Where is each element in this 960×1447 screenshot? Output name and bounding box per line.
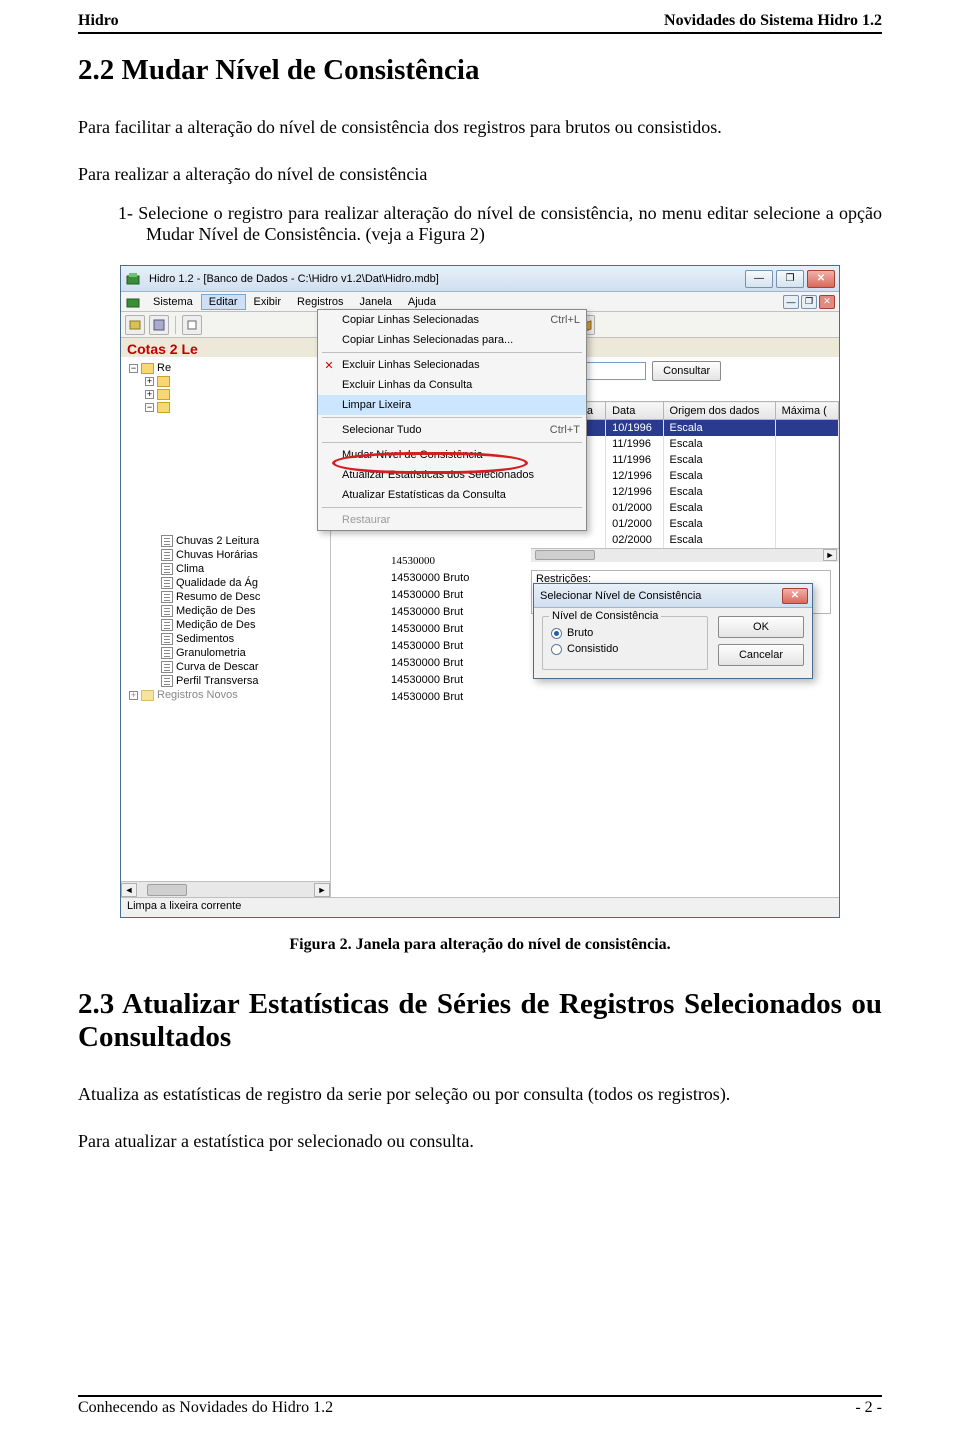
radio-bruto[interactable]: Bruto	[551, 627, 699, 639]
delete-icon: ✕	[322, 358, 336, 372]
mdi-restore-button[interactable]: ❐	[801, 295, 817, 309]
tree-item[interactable]: Granulometria	[123, 646, 328, 660]
menu-restaurar: Restaurar	[318, 510, 586, 530]
section-2-2-title: 2.2 Mudar Nível de Consistência	[78, 54, 882, 87]
menu-janela[interactable]: Janela	[351, 294, 399, 310]
tree-node[interactable]: −	[123, 401, 328, 414]
tree-item[interactable]: Sedimentos	[123, 632, 328, 646]
dialog-cancel-button[interactable]: Cancelar	[718, 644, 804, 666]
menu-stat-query[interactable]: Atualizar Estatísticas da Consulta	[318, 485, 586, 505]
section-2-3-p2: Para atualizar a estatística por selecio…	[78, 1131, 882, 1152]
menu-editar[interactable]: Editar	[201, 294, 246, 310]
menu-select-all[interactable]: Selecionar TudoCtrl+T	[318, 420, 586, 440]
tree-item[interactable]: Clima	[123, 562, 328, 576]
menu-sistema[interactable]: Sistema	[145, 294, 201, 310]
toolbar-btn-3[interactable]	[182, 315, 202, 335]
radio-consistido[interactable]: Consistido	[551, 643, 699, 655]
tree-hscrollbar[interactable]: ◄ ►	[121, 881, 330, 897]
consultar-button[interactable]: Consultar	[652, 361, 721, 381]
statusbar: Limpa a lixeira corrente	[121, 897, 839, 917]
menu-delete-selected[interactable]: ✕Excluir Linhas Selecionadas	[318, 355, 586, 375]
footer-left: Conhecendo as Novidades do Hidro 1.2	[78, 1399, 333, 1417]
grid-header[interactable]: Origem dos dados	[663, 402, 775, 420]
toolbar-btn-1[interactable]	[125, 315, 145, 335]
footer-right: - 2 -	[855, 1399, 882, 1417]
dialog-title: Selecionar Nível de Consistência	[538, 590, 782, 602]
section-2-2-step: 1- Selecione o registro para realizar al…	[118, 203, 882, 245]
section-2-3-p1: Atualiza as estatísticas de registro da …	[78, 1084, 882, 1105]
section-2-2-intro: Para facilitar a alteração do nível de c…	[78, 117, 882, 138]
scroll-thumb[interactable]	[535, 550, 595, 560]
close-button[interactable]: ✕	[807, 270, 835, 288]
radio-icon	[551, 644, 562, 655]
minimize-button[interactable]: —	[745, 270, 773, 288]
menu-copy-selected-to[interactable]: Copiar Linhas Selecionadas para...	[318, 330, 586, 350]
dialog-close-button[interactable]: ✕	[782, 588, 808, 604]
menu-delete-query[interactable]: Excluir Linhas da Consulta	[318, 375, 586, 395]
menu-exibir[interactable]: Exibir	[246, 294, 290, 310]
scroll-thumb[interactable]	[147, 884, 187, 896]
scroll-right-icon[interactable]: ►	[314, 883, 330, 897]
grid-hscrollbar[interactable]: ►	[531, 548, 839, 562]
doc-header-left: Hidro	[78, 12, 119, 30]
tree-node[interactable]: +Registros Novos	[123, 688, 328, 702]
mdi-close-button[interactable]: ✕	[819, 295, 835, 309]
editar-dropdown: Copiar Linhas SelecionadasCtrl+L Copiar …	[317, 309, 587, 531]
menu-limpar-lixeira[interactable]: Limpar Lixeira	[318, 395, 586, 415]
menu-registros[interactable]: Registros	[289, 294, 351, 310]
scroll-left-icon[interactable]: ◄	[121, 883, 137, 897]
doc-header-right: Novidades do Sistema Hidro 1.2	[664, 12, 882, 30]
tree-item[interactable]: Medição de Des	[123, 604, 328, 618]
dialog-ok-button[interactable]: OK	[718, 616, 804, 638]
app-screenshot: Hidro 1.2 - [Banco de Dados - C:\Hidro v…	[120, 265, 840, 918]
grid-header[interactable]: Data	[606, 402, 663, 420]
tree-node[interactable]: +	[123, 388, 328, 401]
maximize-button[interactable]: ❐	[776, 270, 804, 288]
section-2-2-subhead: Para realizar a alteração do nível de co…	[78, 164, 882, 185]
code-column: 14530000 14530000 Bruto 14530000 Brut 14…	[391, 553, 469, 706]
doc-header: Hidro Novidades do Sistema Hidro 1.2	[78, 0, 882, 34]
tree-node[interactable]: −Re	[123, 361, 328, 375]
app-icon	[125, 271, 141, 287]
tree-item[interactable]: Chuvas Horárias	[123, 548, 328, 562]
tree-node[interactable]: +	[123, 375, 328, 388]
window-titlebar: Hidro 1.2 - [Banco de Dados - C:\Hidro v…	[121, 266, 839, 292]
tree-item[interactable]: Medição de Des	[123, 618, 328, 632]
section-2-3-title: 2.3 Atualizar Estatísticas de Séries de …	[78, 988, 882, 1054]
tree-item[interactable]: Chuvas 2 Leitura	[123, 534, 328, 548]
doc-footer: Conhecendo as Novidades do Hidro 1.2 - 2…	[78, 1395, 882, 1417]
tree-pane: −Re + + − Chuvas 2 Leitura Chuvas Horári…	[121, 357, 331, 897]
grid-row[interactable]: 02/2000Escala	[532, 532, 839, 548]
tree-item[interactable]: Qualidade da Ág	[123, 576, 328, 590]
menu-copy-selected[interactable]: Copiar Linhas SelecionadasCtrl+L	[318, 310, 586, 330]
nivel-dialog: Selecionar Nível de Consistência ✕ Nível…	[533, 583, 813, 679]
mdi-app-icon	[125, 294, 141, 310]
toolbar-btn-2[interactable]	[149, 315, 169, 335]
menu-ajuda[interactable]: Ajuda	[400, 294, 444, 310]
dialog-group-label: Nível de Consistência	[549, 610, 661, 622]
tree-item[interactable]: Perfil Transversa	[123, 674, 328, 688]
annotation-circle	[332, 452, 528, 474]
figure-2-caption: Figura 2. Janela para alteração do nível…	[78, 936, 882, 954]
scroll-right-icon[interactable]: ►	[823, 549, 837, 561]
tree-item[interactable]: Resumo de Desc	[123, 590, 328, 604]
window-title: Hidro 1.2 - [Banco de Dados - C:\Hidro v…	[145, 273, 742, 285]
radio-icon	[551, 628, 562, 639]
mdi-minimize-button[interactable]: —	[783, 295, 799, 309]
grid-header[interactable]: Máxima (	[775, 402, 838, 420]
tree-item[interactable]: Curva de Descar	[123, 660, 328, 674]
